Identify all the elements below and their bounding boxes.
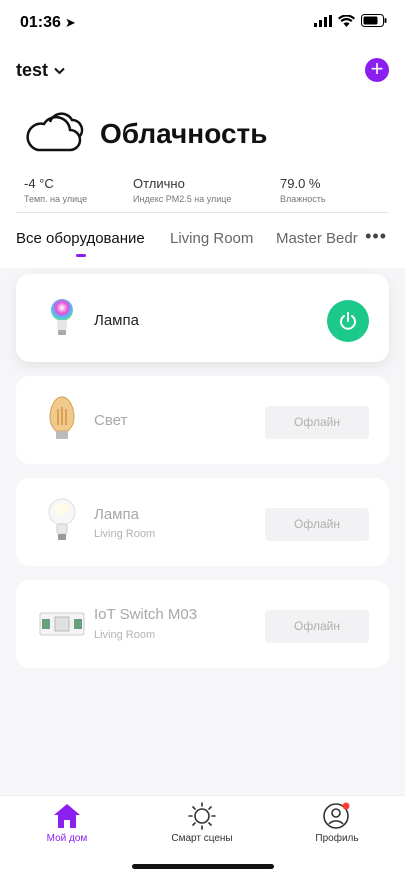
nav-label: Смарт сцены: [171, 833, 233, 844]
stat-label: Индекс PM2.5 на улице: [133, 194, 232, 204]
profile-icon: [277, 802, 397, 830]
cloud-icon: [26, 112, 84, 152]
power-button[interactable]: [327, 300, 369, 342]
weather-title: Облачность: [100, 118, 268, 149]
stat-label: Темп. на улице: [24, 194, 88, 204]
stat-label: Влажность: [280, 194, 326, 204]
power-icon: [340, 312, 356, 330]
tab-master-bedroom[interactable]: Master Bedr: [276, 230, 358, 247]
tab-living-room[interactable]: Living Room: [170, 230, 253, 247]
device-card[interactable]: Лампа: [16, 274, 389, 362]
device-name: IoT Switch M03: [94, 606, 198, 623]
home-indicator: [132, 864, 274, 869]
add-button[interactable]: +: [365, 58, 389, 82]
room-tabs: Все оборудование Living Room Master Bedr…: [0, 216, 405, 262]
tab-indicator: [76, 254, 86, 257]
filament-bulb-icon: [34, 392, 90, 448]
stat-value: 79.0 %: [280, 176, 321, 191]
battery-icon: [361, 14, 387, 27]
nav-label: Мой дом: [46, 833, 88, 844]
home-selector[interactable]: test: [16, 60, 65, 81]
wifi-icon: [338, 14, 355, 27]
cellular-signal-icon: [314, 14, 332, 27]
device-room: Living Room: [94, 528, 156, 540]
location-arrow-icon: ➤: [64, 15, 76, 30]
status-time: 01:36: [20, 14, 61, 31]
status-bar: 01:36 ➤: [0, 0, 405, 48]
stat-value: Отлично: [133, 176, 185, 191]
home-icon: [7, 802, 127, 830]
offline-badge: Офлайн: [265, 508, 369, 541]
offline-badge: Офлайн: [265, 610, 369, 643]
nav-label: Профиль: [315, 833, 359, 844]
device-name: Свет: [94, 412, 128, 429]
tab-all-devices[interactable]: Все оборудование: [16, 230, 145, 247]
device-name: Лампа: [94, 506, 139, 523]
rgb-bulb-icon: [34, 290, 90, 346]
plus-icon: +: [370, 56, 384, 81]
notification-dot: [342, 802, 350, 810]
weather-stats: -4 °C Темп. на улице Отлично Индекс PM2.…: [0, 174, 405, 212]
stat-value: -4 °C: [24, 176, 54, 191]
switch-module-icon: [34, 596, 90, 652]
stat-pm25: Отлично Индекс PM2.5 на улице: [133, 176, 231, 204]
chevron-down-icon: [54, 67, 65, 74]
stat-humidity: 79.0 % Влажность: [280, 176, 326, 204]
device-card[interactable]: Свет Офлайн: [16, 376, 389, 464]
stat-temperature: -4 °C Темп. на улице: [24, 176, 87, 204]
offline-badge: Офлайн: [265, 406, 369, 439]
nav-profile[interactable]: Профиль: [277, 802, 397, 844]
divider: [16, 212, 389, 213]
device-card[interactable]: IoT Switch M03 Living Room Офлайн: [16, 580, 389, 668]
white-bulb-icon: [34, 494, 90, 550]
device-card[interactable]: Лампа Living Room Офлайн: [16, 478, 389, 566]
more-icon[interactable]: •••: [365, 226, 387, 247]
home-name: test: [16, 60, 49, 80]
device-name: Лампа: [94, 312, 139, 329]
nav-my-home[interactable]: Мой дом: [7, 802, 127, 844]
device-room: Living Room: [94, 629, 156, 641]
nav-smart-scenes[interactable]: Смарт сцены: [142, 802, 262, 844]
sun-icon: [142, 802, 262, 830]
